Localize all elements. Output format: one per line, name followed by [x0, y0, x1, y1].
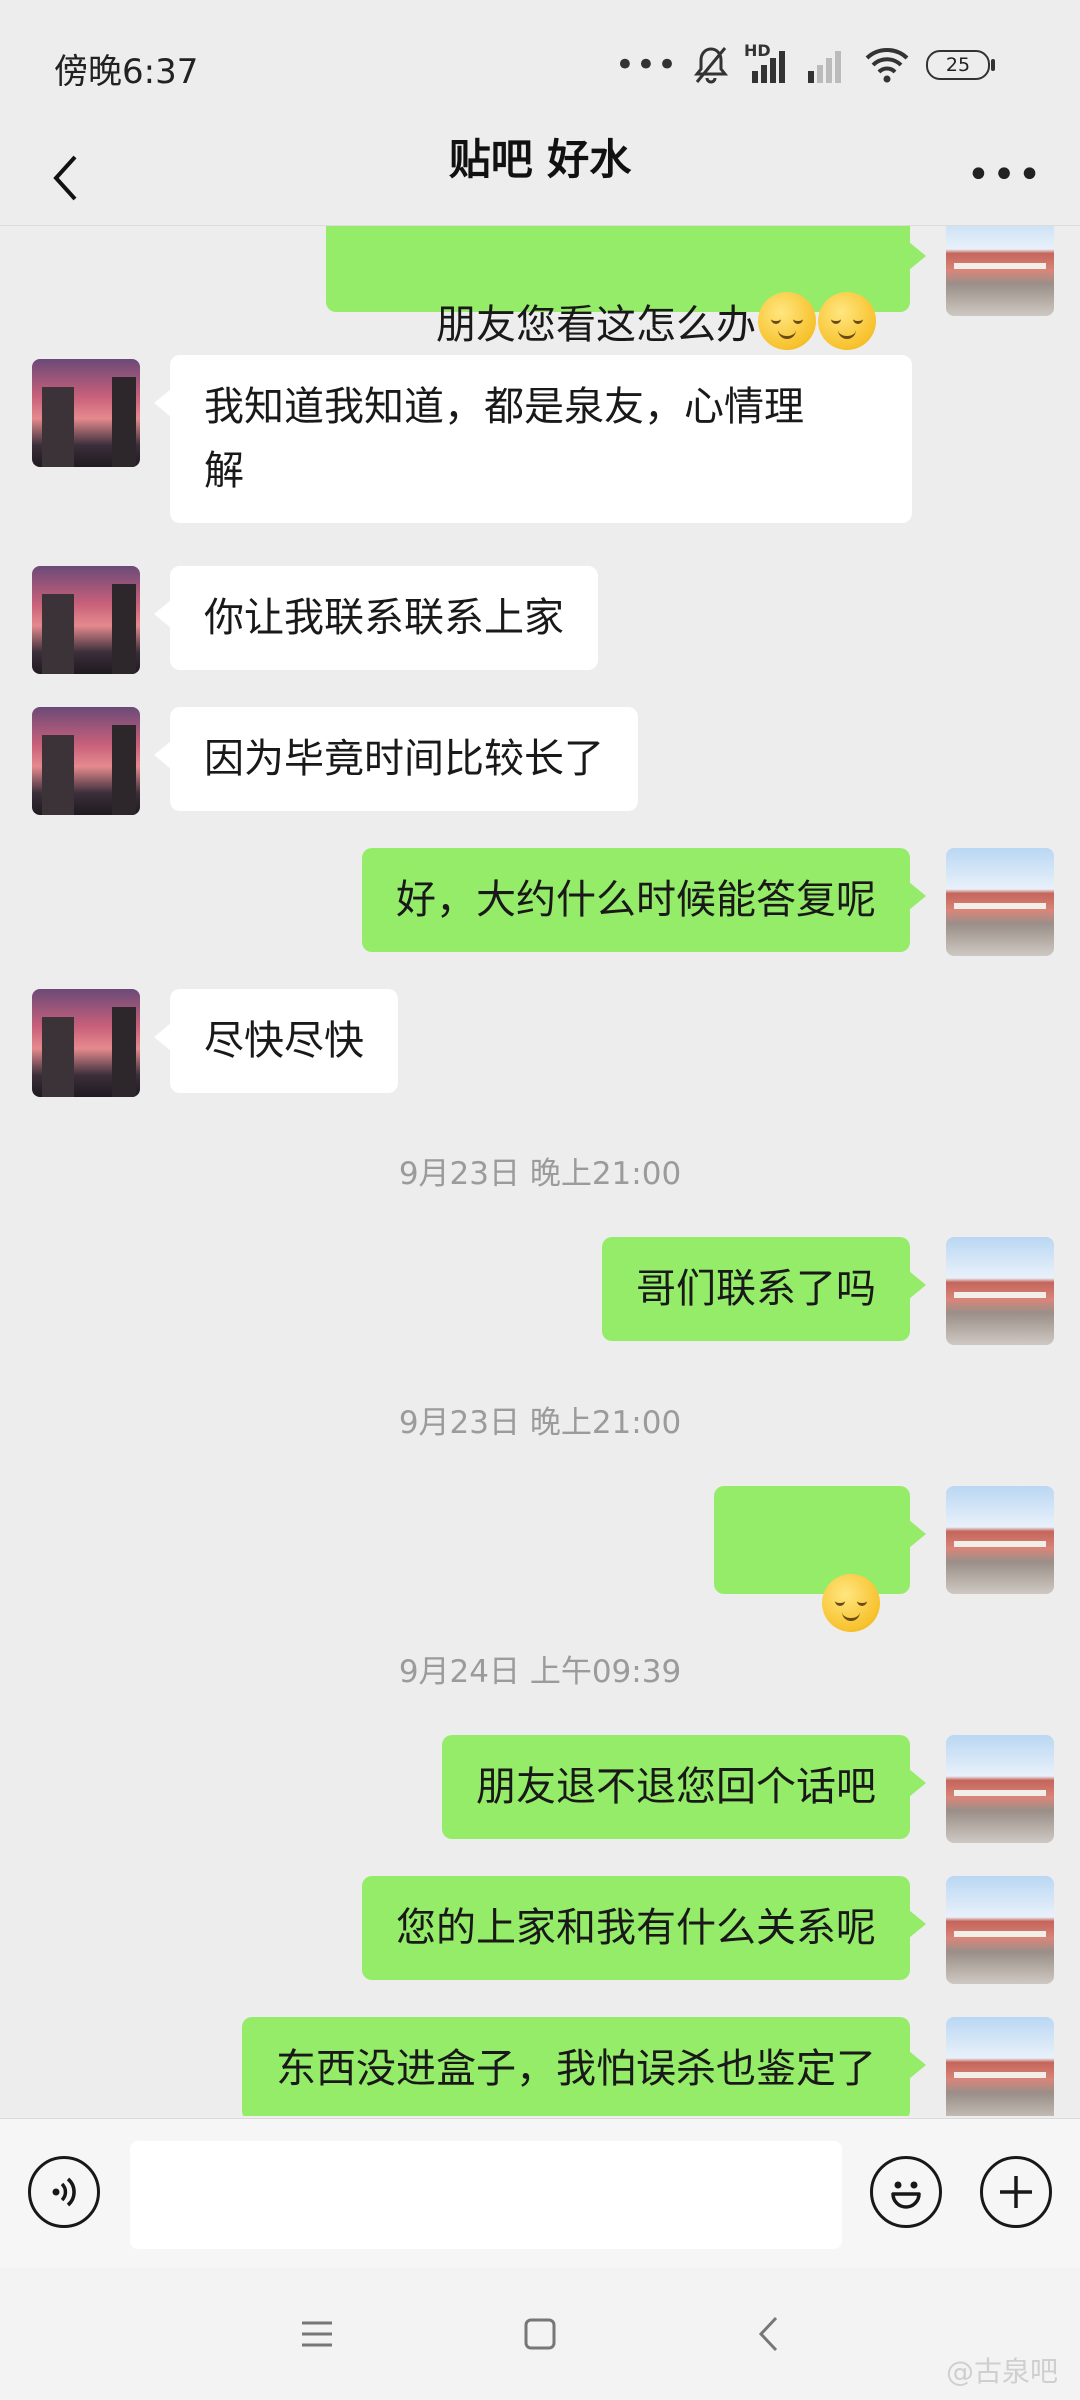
battery-icon: 25: [926, 50, 995, 80]
message-bubble[interactable]: 我知道我知道，都是泉友，心情理 解: [154, 355, 912, 523]
contact-avatar[interactable]: [32, 359, 140, 467]
chat-title: 贴吧 好水: [448, 135, 632, 184]
home-nav-button[interactable]: [510, 2308, 570, 2360]
plus-icon: [1000, 2176, 1032, 2208]
contact-avatar[interactable]: [32, 566, 140, 674]
message-bubble[interactable]: 你让我联系联系上家: [154, 566, 598, 670]
message-bubble[interactable]: 哥们联系了吗: [602, 1237, 926, 1341]
emoji-button[interactable]: [870, 2156, 942, 2228]
message-bubble[interactable]: 因为毕竟时间比较长了: [154, 707, 638, 811]
message-input[interactable]: [130, 2141, 842, 2249]
timestamp: 9月23日 晚上21:00: [398, 1405, 682, 1441]
more-dots-icon: •••: [966, 152, 1044, 198]
smile-emoji-icon: [818, 292, 876, 350]
signal-hd-icon: HD: [744, 41, 790, 85]
message-bubble[interactable]: 朋友退不退您回个话吧: [442, 1735, 926, 1839]
message-bubble[interactable]: 尽快尽快: [154, 989, 398, 1093]
home-square-icon: [524, 2318, 556, 2350]
more-options-button[interactable]: •••: [967, 150, 1042, 200]
my-avatar[interactable]: [946, 2017, 1054, 2116]
status-icons: ••• HD 25: [614, 40, 995, 90]
message-bubble[interactable]: [713, 1486, 927, 1632]
voice-icon: [52, 2177, 76, 2207]
back-arrow-icon: [758, 2316, 778, 2352]
watermark: @古泉吧: [945, 2355, 1058, 2388]
my-avatar[interactable]: [946, 1486, 1054, 1594]
my-avatar[interactable]: [946, 226, 1054, 316]
back-nav-button[interactable]: [738, 2308, 798, 2360]
message-list[interactable]: 朋友您看这怎么办 我知道我知道，都是泉友，心情理 解 你让我联系联系上家 因为毕…: [0, 226, 1080, 2116]
contact-avatar[interactable]: [32, 989, 140, 1097]
signal-weak-icon: [808, 51, 841, 83]
bell-muted-icon: [694, 47, 728, 84]
my-avatar[interactable]: [946, 1876, 1054, 1984]
my-avatar[interactable]: [946, 848, 1054, 956]
smile-emoji-icon: [822, 1574, 880, 1632]
message-bubble[interactable]: 您的上家和我有什么关系呢: [362, 1876, 926, 1980]
voice-input-button[interactable]: [28, 2156, 100, 2228]
more-actions-button[interactable]: [980, 2156, 1052, 2228]
status-time: 傍晚6:37: [54, 52, 199, 92]
wifi-icon: [865, 48, 909, 83]
smiley-icon: [891, 2181, 921, 2209]
input-bar: [0, 2118, 1080, 2269]
contact-avatar[interactable]: [32, 707, 140, 815]
status-bar: 傍晚6:37 ••• HD 25: [0, 0, 1080, 130]
timestamp: 9月23日 晚上21:00: [398, 1156, 682, 1192]
chat-header: 贴吧 好水 •••: [0, 130, 1080, 226]
more-notifications-icon: •••: [614, 45, 678, 85]
menu-icon: [302, 2321, 332, 2347]
message-bubble[interactable]: 东西没进盒子，我怕误杀也鉴定了: [242, 2017, 926, 2116]
my-avatar[interactable]: [946, 1237, 1054, 1345]
timestamp: 9月24日 上午09:39: [398, 1654, 682, 1690]
menu-nav-button[interactable]: [287, 2308, 347, 2360]
smile-emoji-icon: [758, 292, 816, 350]
my-avatar[interactable]: [946, 1735, 1054, 1843]
message-bubble[interactable]: 朋友您看这怎么办: [325, 226, 927, 350]
message-bubble[interactable]: 好，大约什么时候能答复呢: [362, 848, 926, 952]
system-navigation-bar: @古泉吧: [0, 2268, 1080, 2400]
